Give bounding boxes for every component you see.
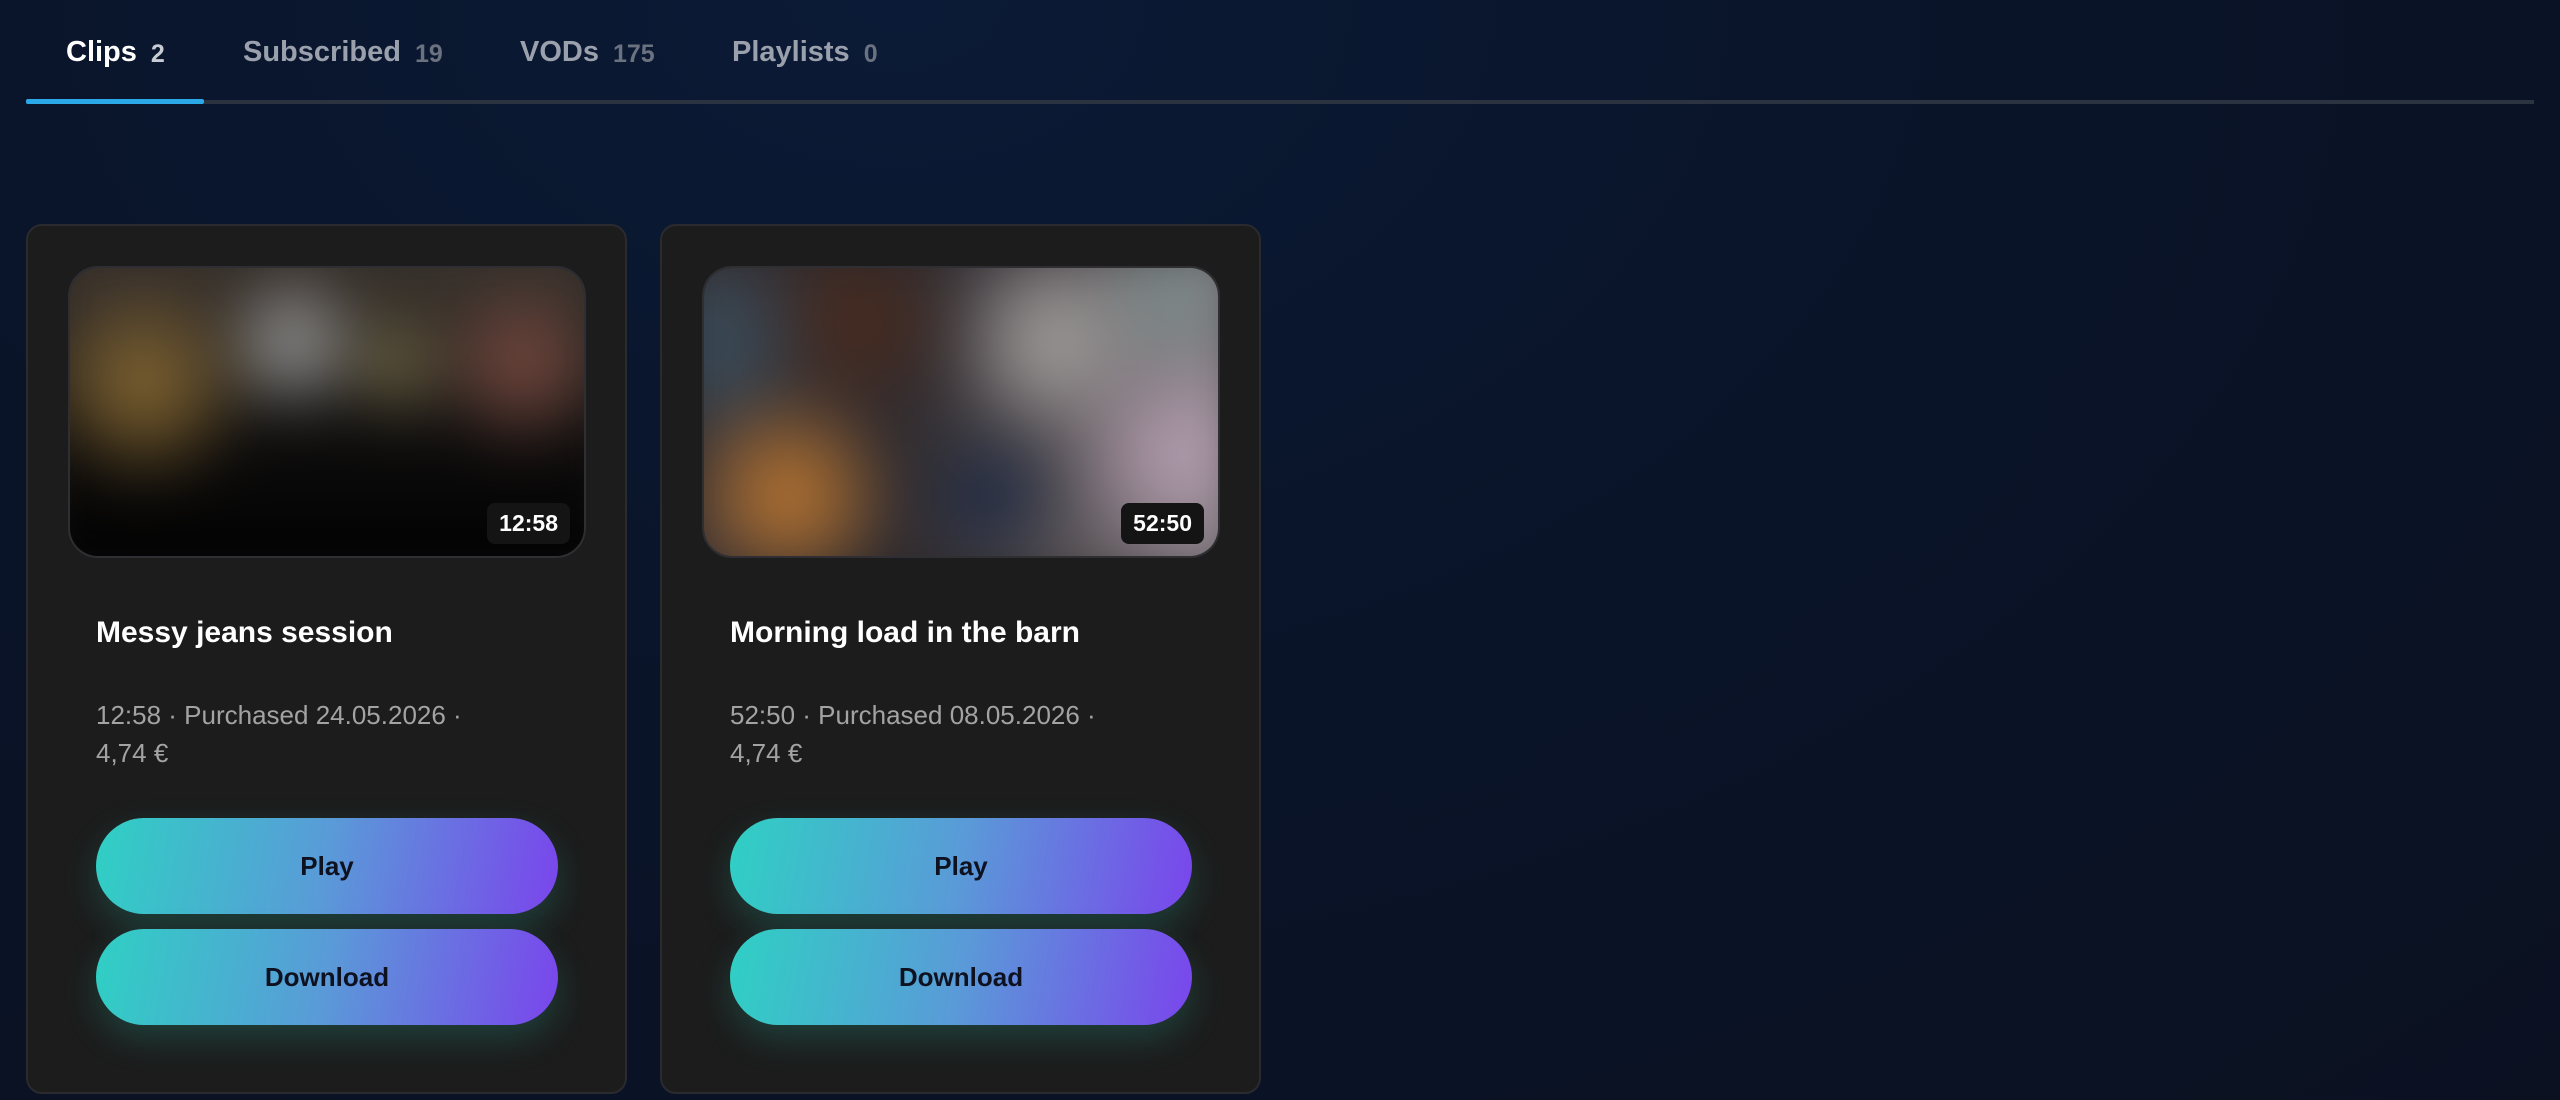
tab-count: 19 xyxy=(414,40,443,68)
tab-clips[interactable]: Clips 2 xyxy=(66,36,165,104)
clip-price: 4,74 € xyxy=(96,738,169,768)
clip-title: Morning load in the barn xyxy=(730,616,1080,649)
clip-card: 52:50 Morning load in the barn 52:50 · P… xyxy=(660,224,1261,1094)
play-button[interactable]: Play xyxy=(730,818,1192,914)
clip-card: 12:58 Messy jeans session 12:58 · Purcha… xyxy=(26,224,627,1094)
download-button[interactable]: Download xyxy=(730,929,1192,1025)
clip-meta: 12:58 · Purchased 24.05.2026 · 4,74 € xyxy=(96,696,516,772)
tab-label: VODs xyxy=(520,36,599,68)
tab-subscribed[interactable]: Subscribed 19 xyxy=(243,36,443,104)
active-tab-indicator xyxy=(26,99,204,104)
clip-thumbnail[interactable]: 52:50 xyxy=(702,266,1220,558)
tab-count: 2 xyxy=(150,40,165,68)
clip-price: 4,74 € xyxy=(730,738,803,768)
tab-vods[interactable]: VODs 175 xyxy=(520,36,655,104)
download-button[interactable]: Download xyxy=(96,929,558,1025)
duration-badge: 12:58 xyxy=(487,503,570,544)
tab-label: Clips xyxy=(66,36,137,68)
duration-badge: 52:50 xyxy=(1121,503,1204,544)
tab-count: 175 xyxy=(612,40,655,68)
play-button[interactable]: Play xyxy=(96,818,558,914)
tab-bar: Clips 2 Subscribed 19 VODs 175 Playlists… xyxy=(26,0,2534,104)
tab-label: Subscribed xyxy=(243,36,401,68)
clip-meta: 52:50 · Purchased 08.05.2026 · 4,74 € xyxy=(730,696,1150,772)
clip-title: Messy jeans session xyxy=(96,616,393,649)
tab-count: 0 xyxy=(863,40,878,68)
clip-meta-line: 52:50 · Purchased 08.05.2026 · xyxy=(730,700,1096,730)
tab-playlists[interactable]: Playlists 0 xyxy=(732,36,878,104)
tab-label: Playlists xyxy=(732,36,850,68)
clip-meta-line: 12:58 · Purchased 24.05.2026 · xyxy=(96,700,462,730)
clip-thumbnail[interactable]: 12:58 xyxy=(68,266,586,558)
